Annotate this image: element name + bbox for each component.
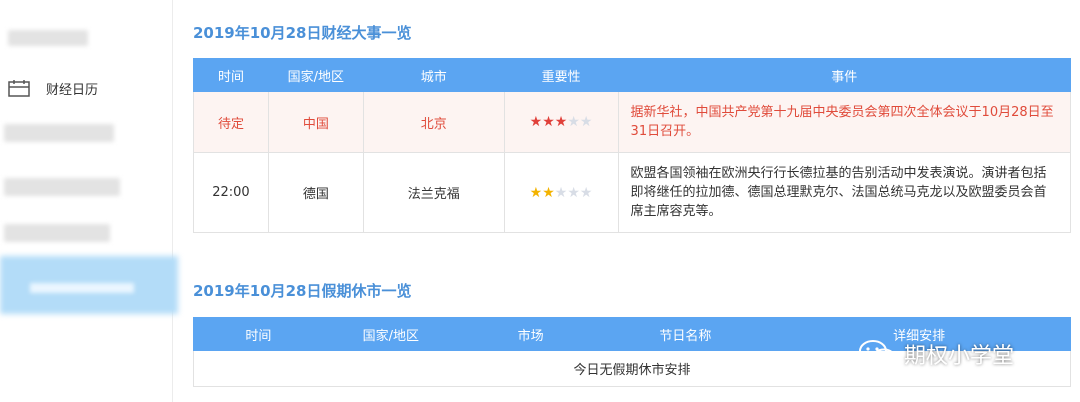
col-header-time: 时间 [193, 58, 269, 92]
cell-time: 待定 [193, 91, 269, 153]
cell-city: 法兰克福 [362, 152, 505, 233]
star-filled-icon: ★ [529, 114, 543, 130]
blurred-selected-label [30, 283, 134, 293]
col-header-importance: 重要性 [503, 58, 619, 92]
table-row[interactable]: 待定 中国 北京 ★★★★★ 据新华社，中国共产党第十九届中央委员会第四次全体会… [193, 91, 1072, 153]
cell-country: 德国 [267, 152, 364, 233]
cell-city: 北京 [362, 91, 505, 153]
star-empty-icon: ★ [567, 184, 580, 201]
cell-time: 22:00 [193, 152, 269, 233]
col-header-city: 城市 [362, 58, 505, 92]
col-header-event: 事件 [617, 58, 1072, 92]
blurred-menu-item[interactable] [4, 178, 120, 196]
sidebar: 财经日历 [0, 0, 178, 402]
sidebar-item-calendar[interactable]: 财经日历 [8, 76, 98, 100]
star-filled-icon: ★ [554, 114, 568, 130]
table-row[interactable]: 22:00 德国 法兰克福 ★★★★★ 欧盟各国领袖在欧洲央行行长德拉基的告别活… [193, 152, 1072, 233]
col-header-market: 市场 [457, 317, 604, 351]
col-header-country: 国家/地区 [267, 58, 364, 92]
star-empty-icon: ★ [579, 114, 593, 130]
star-filled-icon: ★ [529, 184, 543, 201]
blurred-menu-item[interactable] [8, 30, 88, 46]
star-filled-icon: ★ [542, 184, 555, 201]
importance-stars: ★★★★★ [530, 114, 593, 130]
cell-event: 据新华社，中国共产党第十九届中央委员会第四次全体会议于10月28日至31日召开。 [617, 91, 1072, 153]
holiday-section-title: 2019年10月28日假期休市一览 [193, 282, 412, 300]
blurred-menu-item[interactable] [4, 124, 114, 142]
watermark-text: 期权小学堂 [904, 344, 1015, 369]
sidebar-item-label: 财经日历 [46, 82, 99, 98]
star-empty-icon: ★ [579, 184, 593, 201]
table-header-row: 时间 国家/地区 城市 重要性 事件 [193, 58, 1072, 92]
events-table: 时间 国家/地区 城市 重要性 事件 待定 中国 北京 ★★★★★ 据新华社，中… [193, 58, 1072, 233]
cell-event: 欧盟各国领袖在欧洲央行行长德拉基的告别活动中发表演说。演讲者包括即将继任的拉加德… [617, 152, 1072, 233]
importance-stars: ★★★★★ [530, 185, 593, 201]
col-header-time: 时间 [193, 317, 324, 351]
cell-country: 中国 [267, 91, 364, 153]
blurred-menu-item[interactable] [4, 224, 110, 242]
calendar-icon [8, 80, 30, 97]
cell-importance: ★★★★★ [503, 152, 619, 233]
star-filled-icon: ★ [542, 114, 555, 130]
events-section-title: 2019年10月28日财经大事一览 [193, 24, 412, 42]
col-header-holiday-name: 节日名称 [602, 317, 769, 351]
star-empty-icon: ★ [567, 114, 580, 130]
col-header-country: 国家/地区 [322, 317, 459, 351]
wechat-icon [859, 340, 896, 368]
watermark: 期权小学堂 [858, 338, 1014, 370]
cell-importance: ★★★★★ [503, 91, 619, 153]
star-empty-icon: ★ [554, 184, 568, 201]
